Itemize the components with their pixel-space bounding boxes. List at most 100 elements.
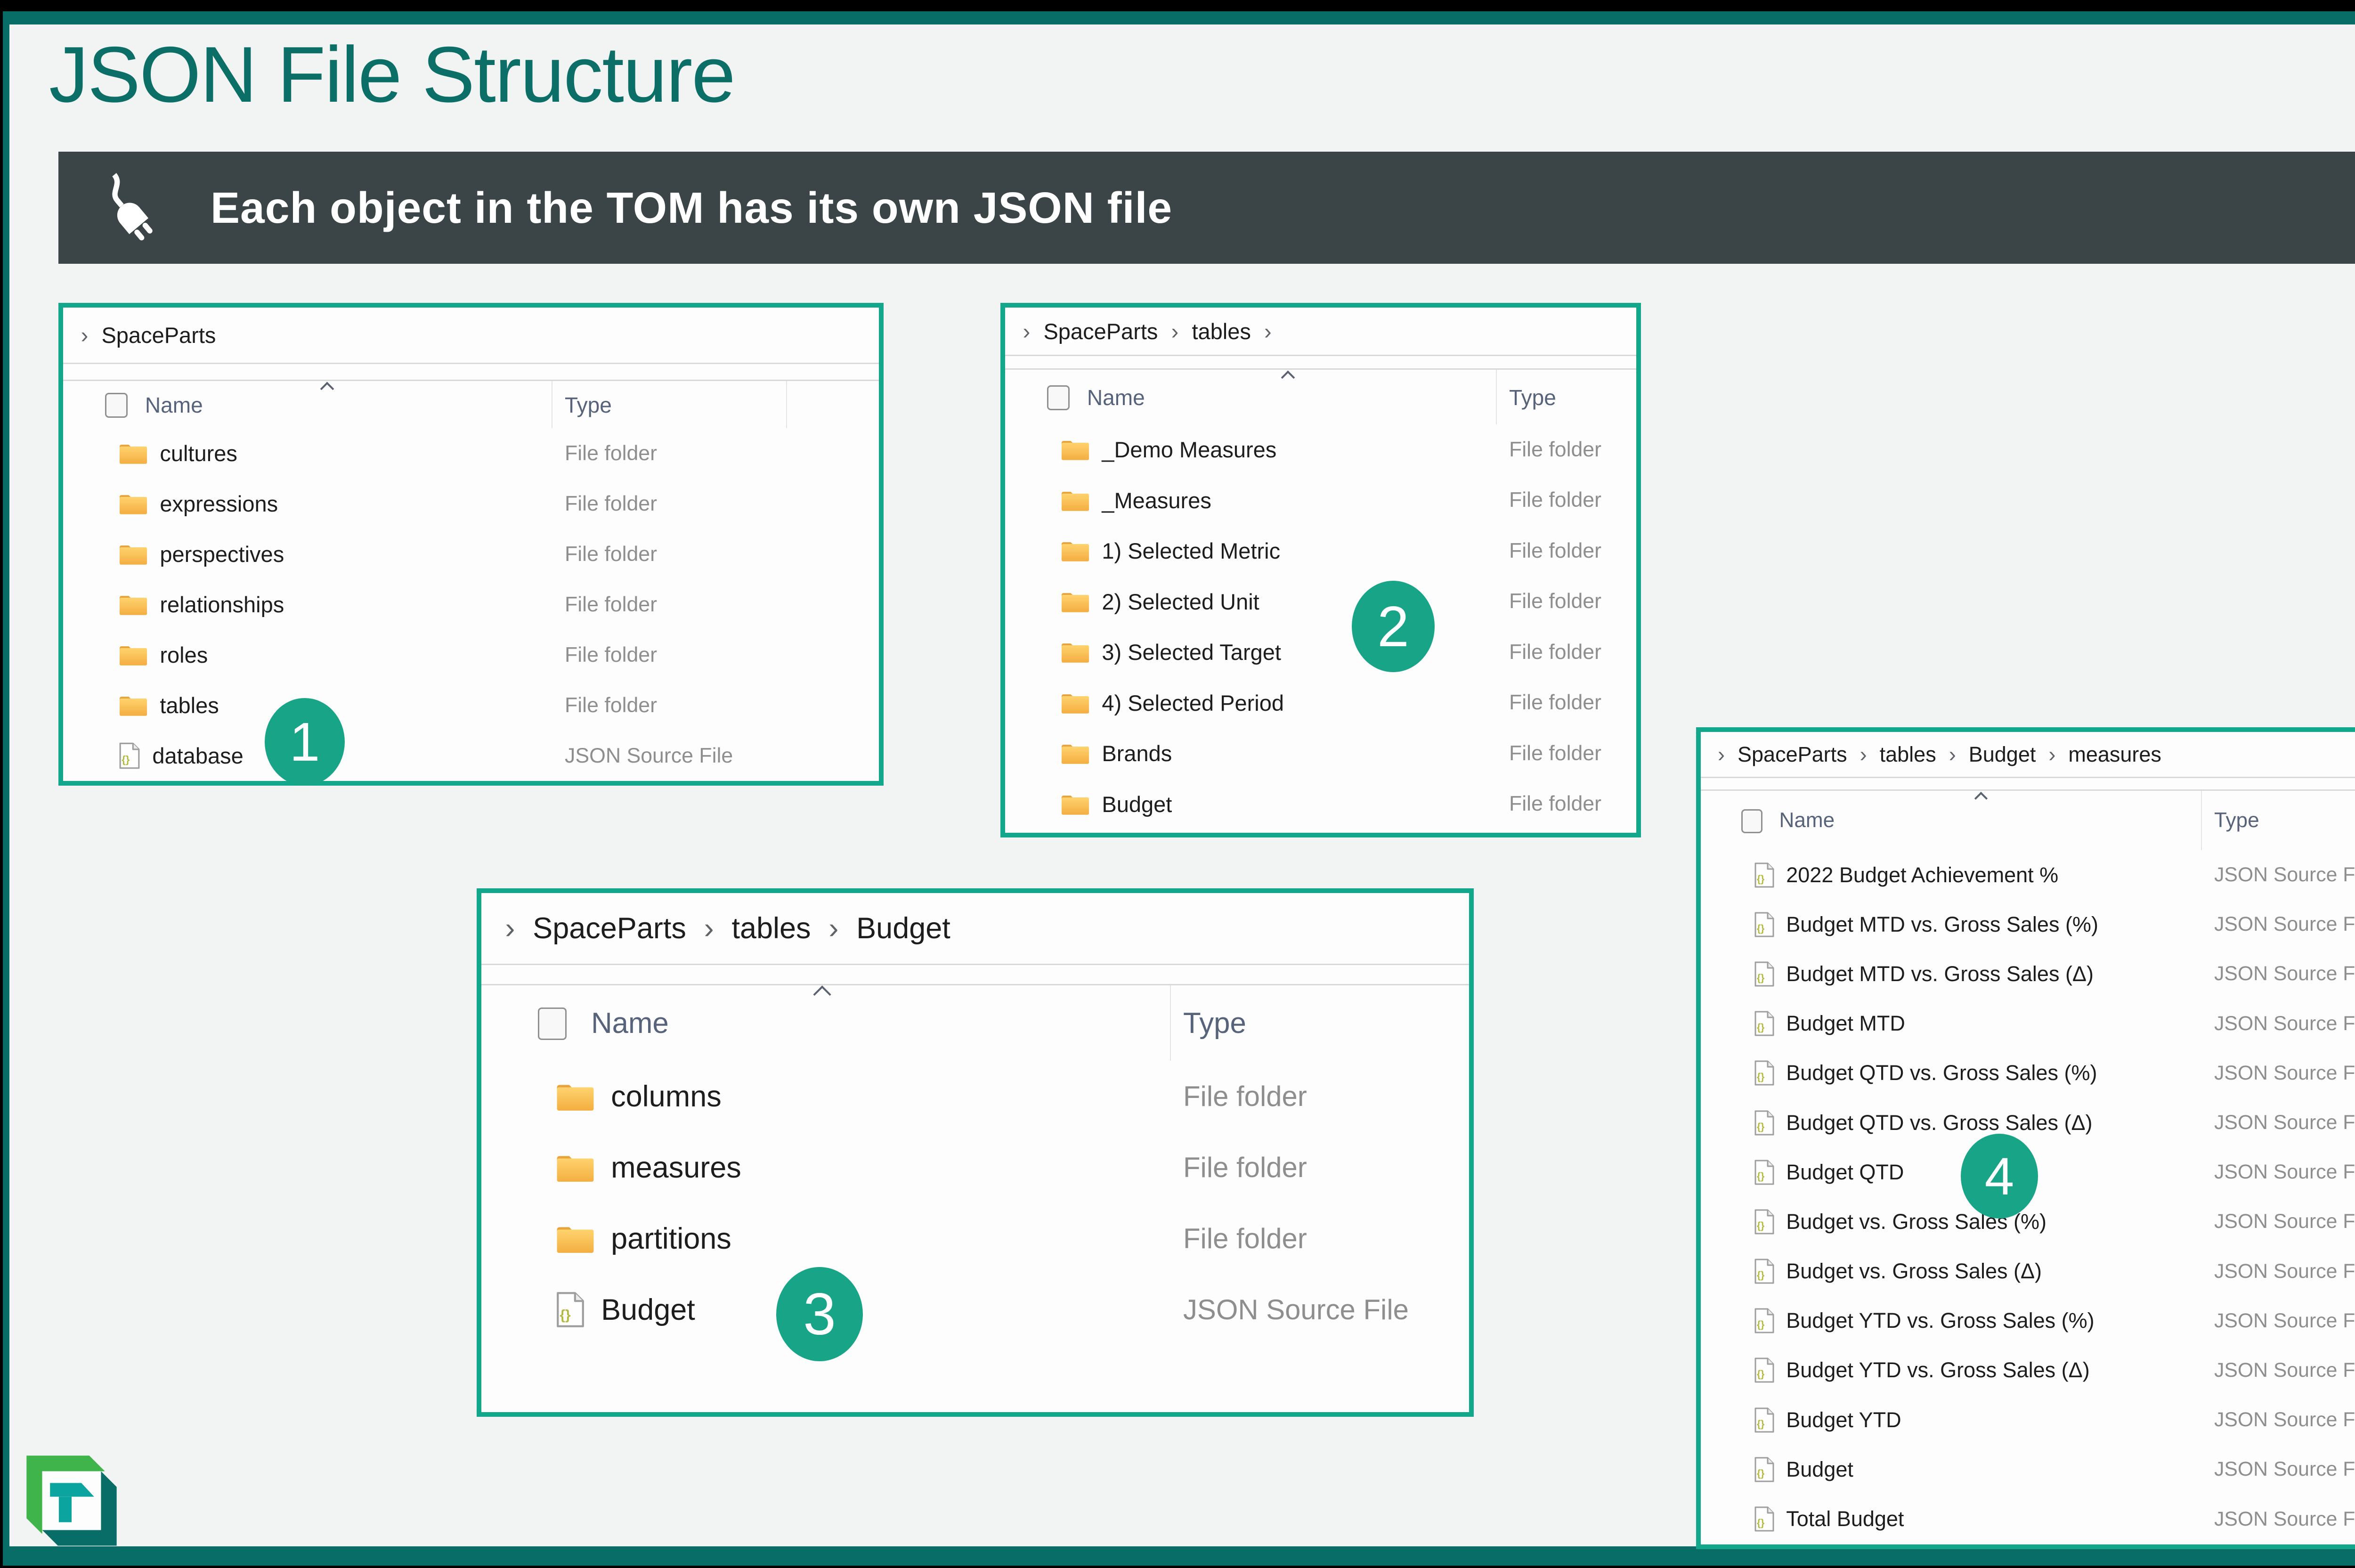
- list-item[interactable]: 1) Selected Metric File folder: [1005, 526, 1636, 577]
- item-name: 3) Selected Target: [1102, 640, 1281, 665]
- column-header-name[interactable]: Name: [1087, 385, 1145, 410]
- list-item[interactable]: {} Budget QTD vs. Gross Sales (Δ) JSON Sou…: [1701, 1098, 2355, 1147]
- list-header: Name Type: [1701, 791, 2355, 850]
- page-title: JSON File Structure: [49, 30, 736, 119]
- item-name: Budget: [1102, 791, 1172, 817]
- item-type: File folder: [1509, 488, 1602, 512]
- breadcrumb-item[interactable]: SpaceParts: [533, 911, 686, 945]
- json-file-icon: {}: [119, 742, 139, 769]
- item-name: partitions: [611, 1222, 731, 1255]
- list-item[interactable]: perspectives File folder: [63, 529, 879, 579]
- list-item[interactable]: {} Budget MTD JSON Source File: [1701, 999, 2355, 1048]
- item-name: cultures: [160, 441, 237, 466]
- item-type: File folder: [1183, 1081, 1307, 1112]
- column-header-type[interactable]: Type: [2214, 809, 2259, 832]
- column-separator: [1170, 985, 1171, 1061]
- list-item[interactable]: {} Budget YTD JSON Source File: [1701, 1395, 2355, 1445]
- breadcrumb-item[interactable]: tables: [1192, 318, 1251, 344]
- chevron-right-icon: ›: [1171, 318, 1179, 344]
- svg-text:{}: {}: [1757, 973, 1764, 983]
- list-item[interactable]: cultures File folder: [63, 428, 879, 479]
- item-type: JSON Source File: [2214, 1507, 2355, 1530]
- item-type: JSON Source File: [2214, 1408, 2355, 1431]
- item-name: perspectives: [160, 542, 284, 567]
- svg-text:{}: {}: [1757, 1220, 1764, 1231]
- plug-icon: [112, 173, 153, 241]
- item-name: columns: [611, 1080, 722, 1113]
- item-type: File folder: [565, 542, 658, 566]
- chevron-right-icon: ›: [1949, 742, 1956, 766]
- list-item[interactable]: relationships File folder: [63, 579, 879, 630]
- list-item[interactable]: {} Budget YTD vs. Gross Sales (Δ) JSON Sou…: [1701, 1346, 2355, 1395]
- item-type: JSON Source File: [2214, 1210, 2355, 1233]
- list-item[interactable]: {} Budget MTD vs. Gross Sales (Δ) JSON Sou…: [1701, 949, 2355, 999]
- breadcrumb-item[interactable]: SpaceParts: [101, 322, 216, 348]
- breadcrumb-item[interactable]: tables: [1880, 742, 1936, 767]
- column-header-type[interactable]: Type: [565, 392, 612, 418]
- column-header-type[interactable]: Type: [1509, 385, 1556, 410]
- list-item[interactable]: roles File folder: [63, 630, 879, 680]
- list-item[interactable]: 2) Selected Unit File folder: [1005, 577, 1636, 627]
- select-all-checkbox[interactable]: [1741, 809, 1763, 834]
- breadcrumb-item[interactable]: SpaceParts: [1738, 742, 1847, 767]
- list-item[interactable]: {} Total Budget JSON Source File: [1701, 1494, 2355, 1544]
- json-file-icon: {}: [1754, 1259, 1774, 1284]
- folder-icon: [1061, 745, 1089, 764]
- breadcrumb-item[interactable]: measures: [2068, 742, 2161, 767]
- item-type: JSON Source File: [2214, 863, 2355, 886]
- chevron-right-icon: ›: [505, 912, 515, 945]
- folder-icon: [1061, 795, 1089, 815]
- column-header-name[interactable]: Name: [591, 1007, 669, 1040]
- chevron-right-icon: ›: [1264, 318, 1272, 344]
- list-item[interactable]: {} 2022 Budget Achievement % JSON Source F…: [1701, 850, 2355, 900]
- list-item[interactable]: 3) Selected Target File folder: [1005, 627, 1636, 678]
- chevron-right-icon: ›: [704, 912, 714, 945]
- list-item[interactable]: {} Budget MTD vs. Gross Sales (%) JSON Sou…: [1701, 900, 2355, 949]
- list-item[interactable]: columns File folder: [481, 1061, 1469, 1132]
- list-item[interactable]: measures File folder: [481, 1132, 1469, 1203]
- item-type: JSON Source File: [2214, 1358, 2355, 1381]
- breadcrumb-item[interactable]: Budget: [856, 911, 950, 945]
- json-file-icon: {}: [1754, 1209, 1774, 1235]
- list-item[interactable]: 4) Selected Period File folder: [1005, 678, 1636, 729]
- list-item[interactable]: partitions File folder: [481, 1203, 1469, 1274]
- slide: JSON File Structure Each object in the T…: [0, 0, 2355, 1568]
- json-file-icon: {}: [1754, 912, 1774, 937]
- item-type: JSON Source File: [2214, 1061, 2355, 1084]
- folder-icon: [119, 495, 147, 514]
- select-all-checkbox[interactable]: [1047, 385, 1070, 411]
- item-type: JSON Source File: [1183, 1294, 1409, 1325]
- list-item[interactable]: {} Budget JSON Source File: [481, 1274, 1469, 1345]
- list-item[interactable]: tables File folder: [63, 680, 879, 731]
- item-name: _Demo Measures: [1102, 437, 1277, 463]
- list-item[interactable]: {} Budget YTD vs. Gross Sales (%) JSON Sou…: [1701, 1296, 2355, 1346]
- list-item[interactable]: {} Budget vs. Gross Sales (Δ) JSON Source …: [1701, 1247, 2355, 1296]
- breadcrumb-item[interactable]: tables: [731, 911, 811, 945]
- sort-ascending-icon: [813, 985, 831, 1004]
- column-header-name[interactable]: Name: [145, 392, 203, 418]
- item-name: _Measures: [1102, 487, 1211, 513]
- breadcrumb-item[interactable]: SpaceParts: [1043, 318, 1158, 344]
- svg-text:{}: {}: [1757, 1319, 1764, 1330]
- select-all-checkbox[interactable]: [105, 393, 128, 418]
- list-item[interactable]: expressions File folder: [63, 479, 879, 529]
- json-file-icon: {}: [1754, 1110, 1774, 1136]
- explorer-panel-2: › SpaceParts › tables › Name Type _Demo Measure…: [1000, 303, 1641, 837]
- chevron-right-icon: ›: [2048, 742, 2056, 766]
- list-item[interactable]: Brands File folder: [1005, 728, 1636, 779]
- folder-icon: [557, 1227, 593, 1253]
- item-name: tables: [160, 693, 219, 718]
- column-header-type[interactable]: Type: [1183, 1007, 1246, 1040]
- chevron-right-icon: ›: [1860, 742, 1867, 766]
- column-header-name[interactable]: Name: [1779, 809, 1835, 832]
- breadcrumb-item[interactable]: Budget: [1969, 742, 2036, 767]
- list-item[interactable]: _Measures File folder: [1005, 475, 1636, 526]
- list-item[interactable]: {} Budget QTD vs. Gross Sales (%) JSON Sou…: [1701, 1048, 2355, 1098]
- list-item[interactable]: Budget File folder: [1005, 779, 1636, 830]
- json-file-icon: {}: [1754, 961, 1774, 987]
- list-item[interactable]: _Demo Measures File folder: [1005, 424, 1636, 475]
- list-item[interactable]: {} Budget JSON Source File: [1701, 1445, 2355, 1494]
- select-all-checkbox[interactable]: [537, 1007, 567, 1040]
- list-item[interactable]: {} database JSON Source File: [63, 731, 879, 781]
